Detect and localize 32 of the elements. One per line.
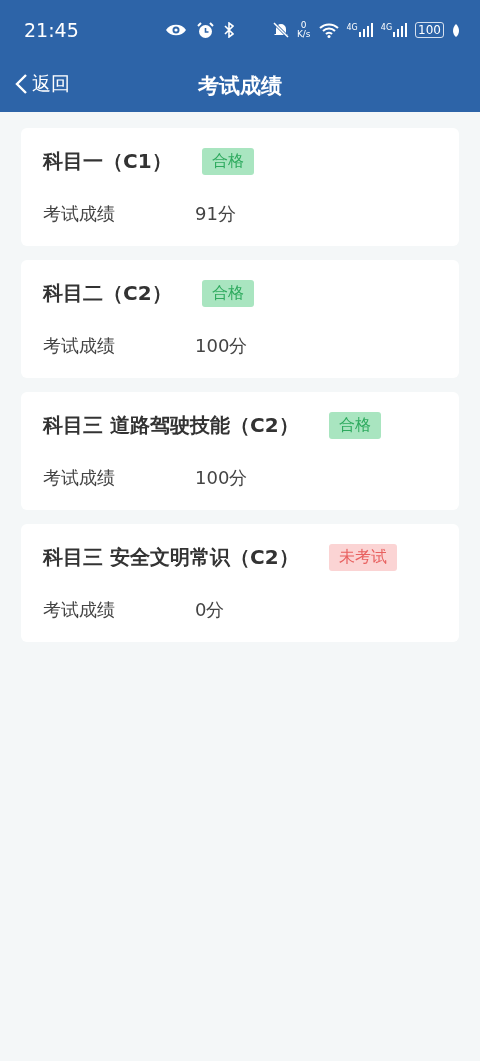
page-title: 考试成绩: [198, 73, 282, 100]
score-label: 考试成绩: [43, 598, 116, 622]
status-time: 21:45: [24, 19, 79, 41]
wifi-icon: [318, 22, 339, 38]
score-label: 考试成绩: [43, 466, 116, 490]
signal-icon: [358, 23, 373, 37]
network-type-label: 4G: [346, 23, 358, 32]
net-speed-unit: K/s: [296, 30, 311, 39]
bluetooth-icon: [223, 22, 234, 38]
alarm-clock-icon: [196, 21, 214, 39]
chevron-left-icon: [14, 73, 28, 95]
status-tag: 合格: [328, 412, 381, 439]
status-tag: 合格: [201, 280, 254, 307]
status-tag: 未考试: [328, 544, 397, 571]
score-value: 91分: [195, 202, 236, 226]
back-button[interactable]: 返回: [14, 71, 70, 97]
status-tag: 合格: [201, 148, 254, 175]
network-type-label: 4G: [380, 23, 393, 32]
subject-title: 科目一（C1）: [43, 148, 172, 175]
score-value: 100分: [195, 334, 248, 358]
score-value: 100分: [195, 466, 248, 490]
score-value: 0分: [195, 598, 225, 622]
battery-level: 100: [415, 22, 444, 38]
subject-title: 科目三 道路驾驶技能（C2）: [43, 412, 299, 439]
muted-bell-icon: [272, 22, 289, 38]
score-label: 考试成绩: [43, 334, 116, 358]
score-label: 考试成绩: [43, 202, 116, 226]
subject-title: 科目二（C2）: [43, 280, 172, 307]
net-speed-value: 0: [300, 21, 307, 30]
signal-icon: [393, 23, 408, 37]
eye-icon: [164, 23, 187, 37]
subject-title: 科目三 安全文明常识（C2）: [43, 544, 299, 571]
